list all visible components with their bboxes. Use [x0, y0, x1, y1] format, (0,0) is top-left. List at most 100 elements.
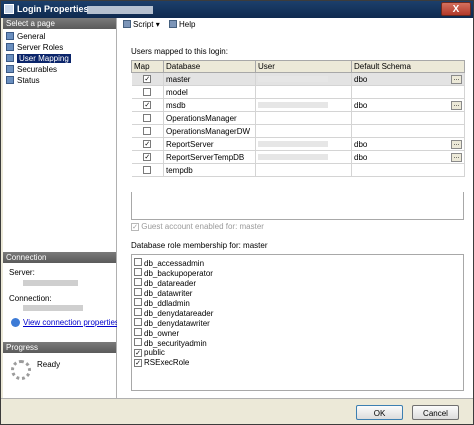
help-button[interactable]: Help — [169, 20, 195, 29]
browse-schema-button[interactable]: ... — [451, 100, 462, 110]
map-checkbox[interactable] — [143, 127, 152, 136]
page-wrench-icon — [6, 76, 14, 84]
map-checkbox[interactable] — [143, 140, 152, 149]
page-item-server-roles[interactable]: Server Roles — [6, 43, 63, 53]
list-item[interactable]: db_owner — [134, 328, 179, 338]
close-button[interactable]: X — [441, 2, 471, 16]
connection-label: Connection: — [9, 294, 52, 303]
default-schema-cell[interactable] — [351, 163, 465, 177]
server-label: Server: — [9, 268, 35, 277]
progress-spinner-icon — [11, 360, 31, 380]
user-cell[interactable] — [255, 72, 352, 86]
map-checkbox[interactable] — [143, 153, 152, 162]
default-schema-cell[interactable] — [351, 124, 465, 138]
default-schema-cell[interactable]: dbo... — [351, 72, 465, 86]
default-schema-cell[interactable] — [351, 85, 465, 99]
user-cell[interactable] — [255, 85, 352, 99]
user-cell[interactable] — [255, 163, 352, 177]
default-schema-value: dbo — [354, 152, 368, 162]
table-row[interactable]: model — [131, 85, 465, 99]
user-cell[interactable] — [255, 98, 352, 112]
user-cell[interactable] — [255, 150, 352, 164]
script-label: Script — [133, 20, 154, 29]
page-item-status[interactable]: Status — [6, 76, 40, 86]
list-item[interactable]: db_datareader — [134, 278, 196, 288]
map-checkbox[interactable] — [143, 114, 152, 123]
progress-status: Ready — [37, 360, 61, 369]
role-checkbox[interactable] — [134, 298, 142, 306]
grid-empty-area — [131, 192, 464, 220]
page-item-securables[interactable]: Securables — [6, 65, 57, 75]
default-schema-value: dbo — [354, 139, 368, 149]
role-checkbox[interactable] — [134, 278, 142, 286]
view-connection-properties-link[interactable]: View connection properties — [11, 318, 119, 327]
list-item[interactable]: public — [134, 348, 165, 357]
browse-schema-button[interactable]: ... — [451, 74, 462, 84]
role-checkbox[interactable] — [134, 268, 142, 276]
map-cell — [131, 163, 164, 177]
page-item-label: General — [17, 32, 46, 41]
role-checkbox[interactable] — [134, 328, 142, 336]
map-cell — [131, 72, 164, 86]
role-checkbox[interactable] — [134, 338, 142, 346]
page-item-label: Server Roles — [17, 43, 64, 52]
ok-button[interactable]: OK — [356, 405, 403, 420]
map-checkbox[interactable] — [143, 88, 152, 97]
list-item[interactable]: db_datawriter — [134, 288, 193, 298]
list-item[interactable]: db_securityadmin — [134, 338, 207, 348]
list-item[interactable]: db_ddladmin — [134, 298, 190, 308]
column-header-database[interactable]: Database — [163, 60, 256, 73]
map-checkbox[interactable] — [143, 101, 152, 110]
user-cell[interactable] — [255, 137, 352, 151]
page-item-general[interactable]: General — [6, 32, 45, 42]
list-item[interactable]: db_denydatareader — [134, 308, 213, 318]
user-cell[interactable] — [255, 124, 352, 138]
role-checkbox[interactable] — [134, 308, 142, 316]
script-dropdown-arrow-icon[interactable]: ▾ — [156, 20, 160, 29]
database-cell: OperationsManagerDW — [163, 124, 256, 138]
column-header-map[interactable]: Map — [131, 60, 164, 73]
page-wrench-icon — [6, 43, 14, 51]
redacted-connection-name — [23, 305, 83, 311]
table-row[interactable]: master dbo... — [131, 72, 465, 86]
script-button[interactable]: Script ▾ — [123, 20, 160, 29]
default-schema-cell[interactable]: dbo... — [351, 150, 465, 164]
role-label: RSExecRole — [144, 358, 190, 367]
browse-schema-button[interactable]: ... — [451, 139, 462, 149]
title-bar[interactable]: Login Properties X — [1, 1, 473, 18]
user-cell[interactable] — [255, 111, 352, 125]
table-row[interactable]: OperationsManagerDW — [131, 124, 465, 138]
table-row[interactable]: OperationsManager — [131, 111, 465, 125]
page-item-user-mapping[interactable]: User Mapping — [6, 54, 71, 64]
default-schema-cell[interactable]: dbo... — [351, 98, 465, 112]
browse-schema-button[interactable]: ... — [451, 152, 462, 162]
default-schema-cell[interactable]: dbo... — [351, 137, 465, 151]
role-label: db_accessadmin — [144, 259, 205, 268]
cancel-button[interactable]: Cancel — [412, 405, 459, 420]
role-checkbox[interactable] — [134, 359, 142, 367]
map-checkbox[interactable] — [143, 166, 152, 175]
list-item[interactable]: db_backupoperator — [134, 268, 213, 278]
column-header-user[interactable]: User — [255, 60, 352, 73]
table-row[interactable]: msdb dbo... — [131, 98, 465, 112]
map-cell — [131, 85, 164, 99]
role-label: db_datawriter — [144, 289, 193, 298]
role-checkbox[interactable] — [134, 258, 142, 266]
role-checkbox[interactable] — [134, 288, 142, 296]
column-header-default-schema[interactable]: Default Schema — [351, 60, 465, 73]
default-schema-cell[interactable] — [351, 111, 465, 125]
list-item[interactable]: RSExecRole — [134, 358, 189, 367]
redacted-user-name — [258, 75, 328, 82]
table-row[interactable]: ReportServerTempDB dbo... — [131, 150, 465, 164]
help-icon — [169, 20, 177, 28]
role-membership-list: db_accessadmin db_backupoperator db_datare… — [131, 254, 464, 391]
role-checkbox[interactable] — [134, 349, 142, 357]
table-row[interactable]: ReportServer dbo... — [131, 137, 465, 151]
map-checkbox[interactable] — [143, 75, 152, 84]
table-row[interactable]: tempdb — [131, 163, 465, 177]
role-label: db_ddladmin — [144, 299, 190, 308]
list-item[interactable]: db_accessadmin — [134, 258, 205, 268]
redacted-user-name — [258, 153, 328, 160]
role-checkbox[interactable] — [134, 318, 142, 326]
list-item[interactable]: db_denydatawriter — [134, 318, 210, 328]
